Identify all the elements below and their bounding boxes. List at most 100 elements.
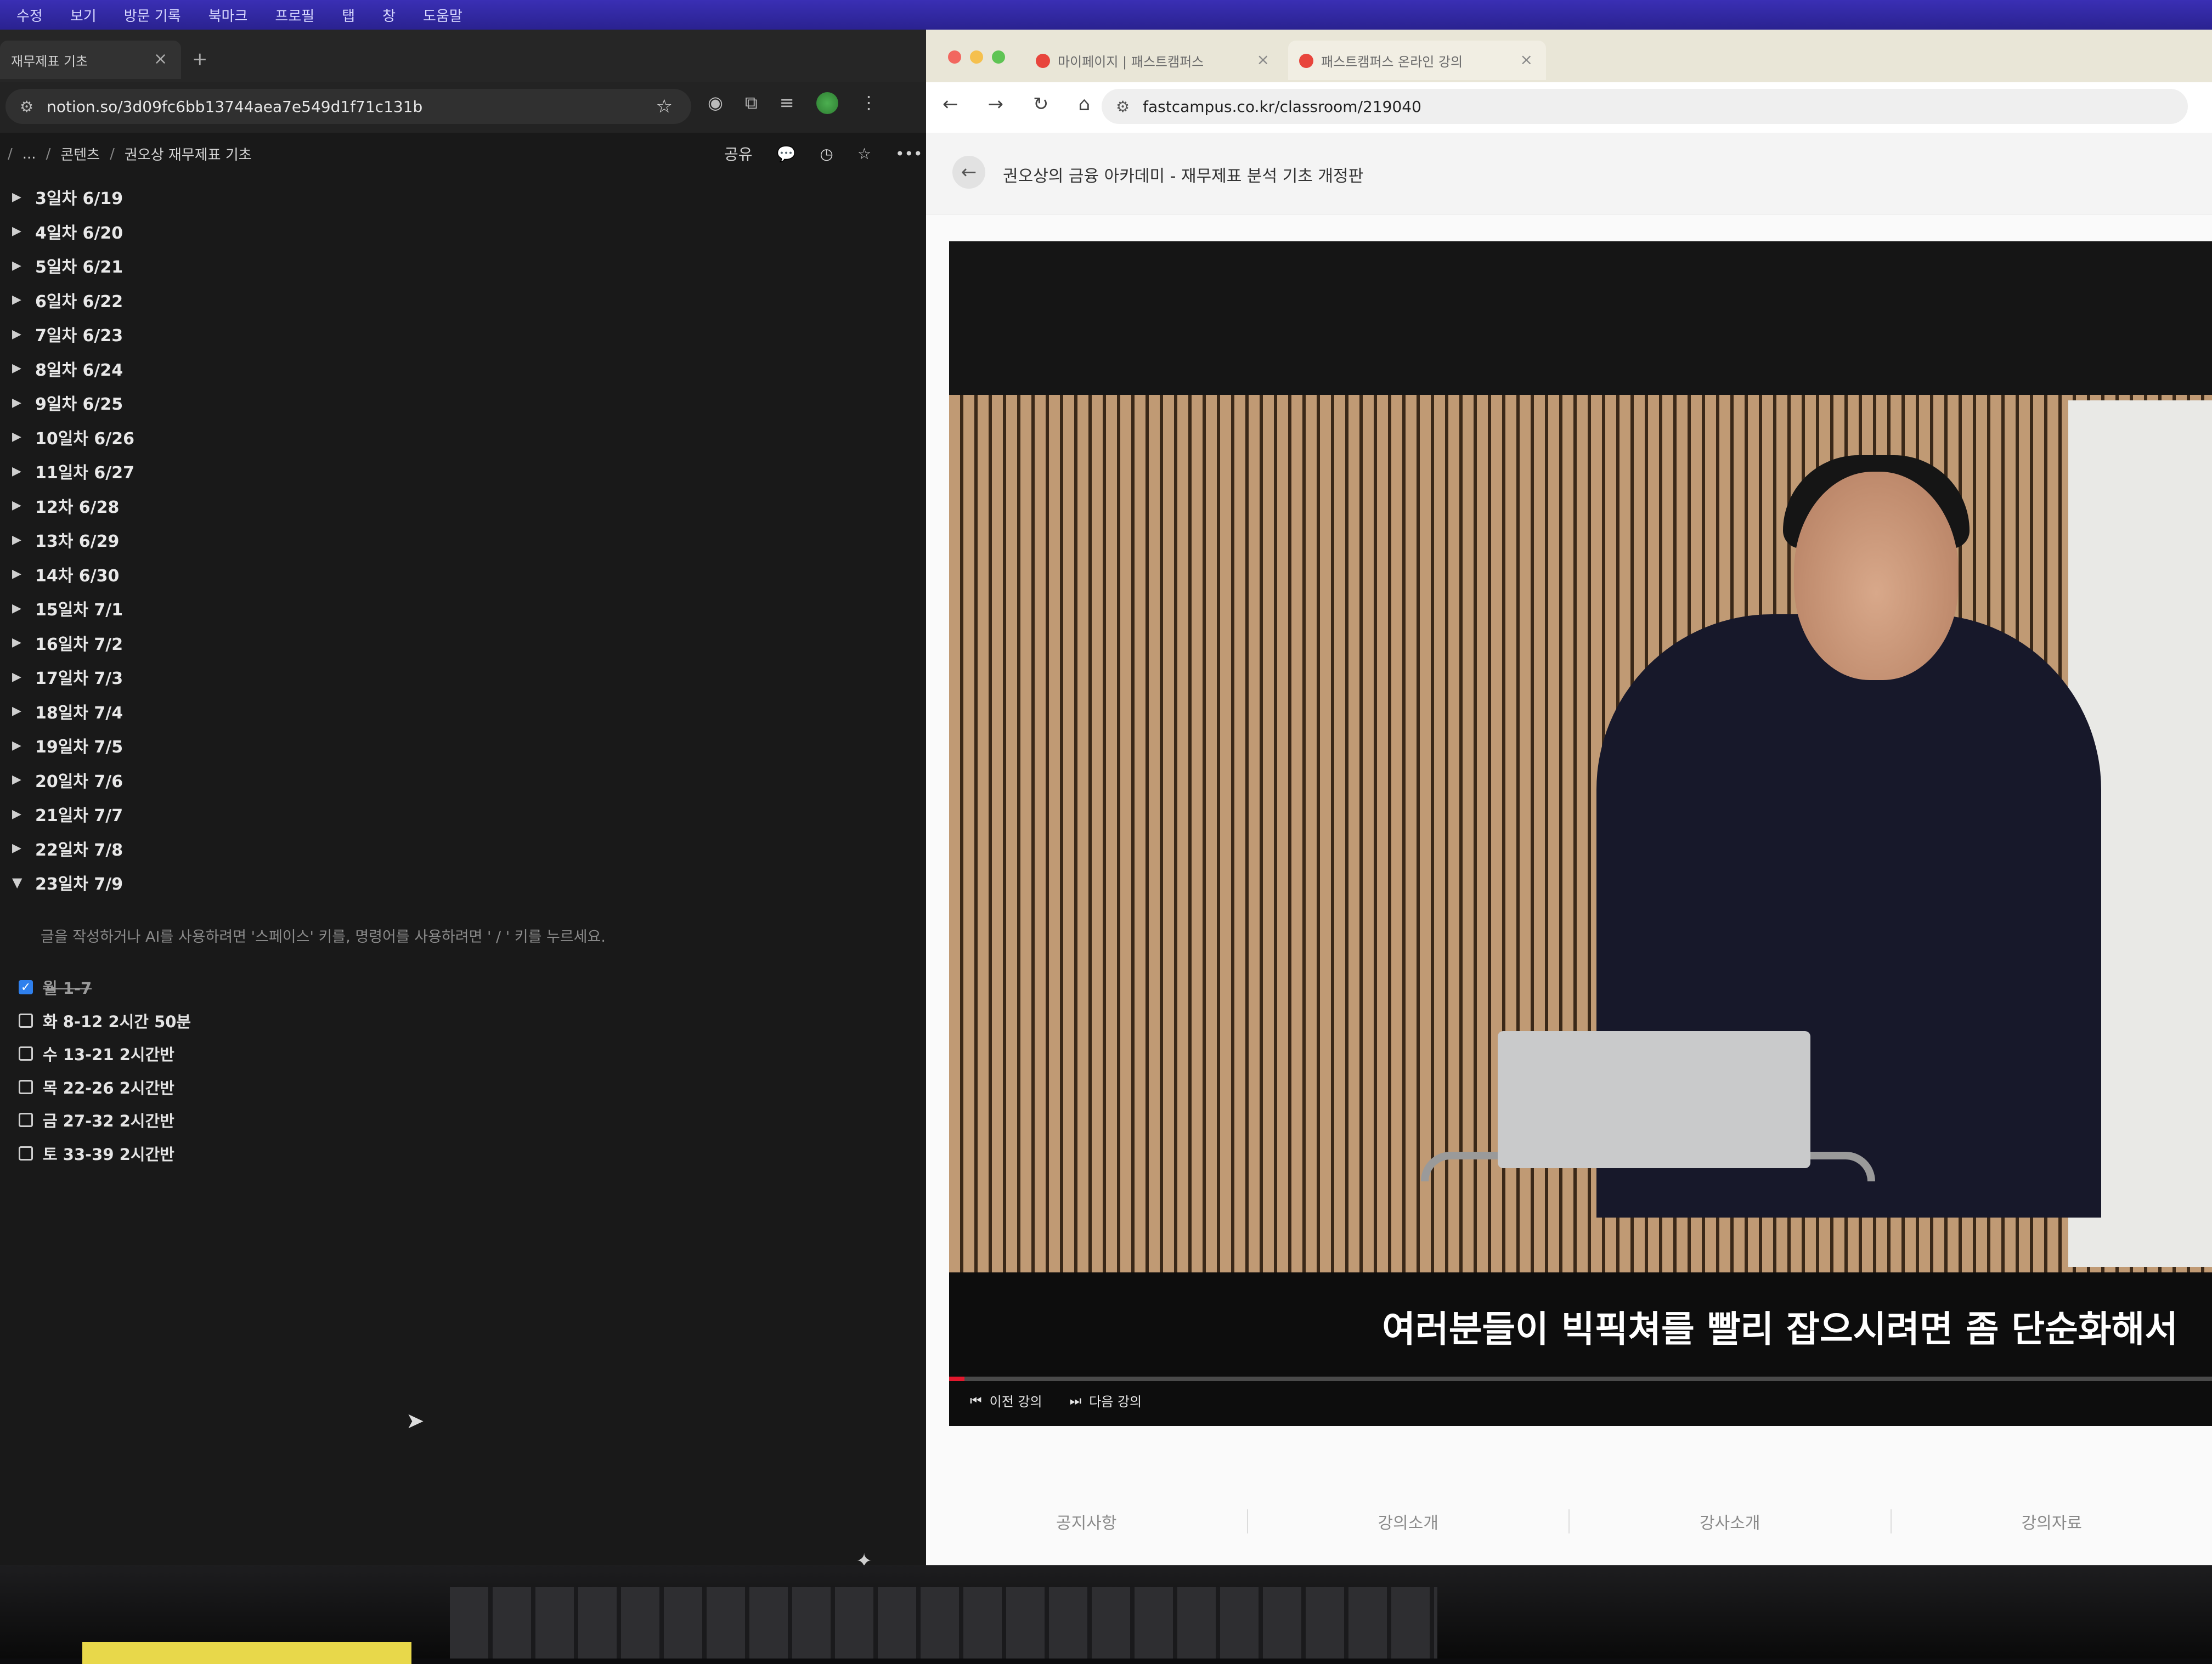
toggle-arrow-icon[interactable]: ▶ <box>12 224 35 238</box>
toggle-arrow-icon[interactable]: ▶ <box>12 361 35 375</box>
toggle-item[interactable]: ▶13차 6/29 <box>12 523 134 557</box>
toggle-arrow-icon[interactable]: ▶ <box>12 293 35 307</box>
toggle-arrow-icon[interactable]: ▶ <box>12 465 35 478</box>
todo-label[interactable]: 수 13-21 2시간반 <box>43 1042 174 1065</box>
comment-icon[interactable]: 💬 <box>777 145 796 163</box>
url-input[interactable]: ⚙ fastcampus.co.kr/classroom/219040 <box>1102 89 2188 124</box>
toggle-item[interactable]: ▶3일차 6/19 <box>12 180 134 214</box>
checkbox[interactable] <box>19 1014 33 1028</box>
toggle-item[interactable]: ▶18일차 7/4 <box>12 694 134 729</box>
toggle-arrow-icon[interactable]: ▶ <box>12 327 35 341</box>
profile-avatar[interactable] <box>816 92 838 114</box>
new-tab-icon[interactable]: + <box>192 48 208 70</box>
menu-profiles[interactable]: 프로필 <box>275 5 314 25</box>
todo-label[interactable]: 금 27-32 2시간반 <box>43 1108 174 1131</box>
tab-instructor-intro[interactable]: 강사소개 <box>1570 1509 1892 1533</box>
more-icon[interactable]: ••• <box>895 145 923 163</box>
toggle-arrow-icon[interactable]: ▶ <box>12 704 35 718</box>
checkbox[interactable] <box>19 1146 33 1161</box>
menu-tab[interactable]: 탭 <box>342 5 355 25</box>
menu-bookmarks[interactable]: 북마크 <box>208 5 248 25</box>
toggle-item[interactable]: ▶22일차 7/8 <box>12 831 134 866</box>
toggle-item[interactable]: ▶6일차 6/22 <box>12 283 134 318</box>
back-button[interactable]: ← <box>952 156 985 189</box>
checkbox[interactable] <box>19 1046 33 1061</box>
url-input[interactable]: ⚙ notion.so/3d09fc6bb13744aea7e549d1f71c… <box>5 89 691 124</box>
share-button[interactable]: 공유 <box>724 143 753 165</box>
toggle-arrow-icon[interactable]: ▶ <box>12 841 35 855</box>
toggle-arrow-icon[interactable]: ▶ <box>12 670 35 684</box>
toggle-item-open[interactable]: ▼23일차 7/9 <box>12 865 134 900</box>
menu-view[interactable]: 보기 <box>70 5 97 25</box>
tab-mypage[interactable]: 마이페이지 | 패스트캠퍼스 × <box>1025 41 1283 80</box>
tab-course-materials[interactable]: 강의자료 <box>1892 1509 2212 1533</box>
checkbox-checked[interactable]: ✓ <box>19 980 33 994</box>
todo-label[interactable]: 토 33-39 2시간반 <box>43 1142 174 1165</box>
toggle-item[interactable]: ▶8일차 6/24 <box>12 352 134 386</box>
toggle-item[interactable]: ▶19일차 7/5 <box>12 728 134 763</box>
toggle-arrow-icon[interactable]: ▶ <box>12 567 35 581</box>
toggle-arrow-icon[interactable]: ▶ <box>12 807 35 821</box>
toggle-arrow-icon[interactable]: ▶ <box>12 499 35 512</box>
breadcrumb-page[interactable]: 권오상 재무제표 기초 <box>125 144 252 164</box>
checkbox[interactable] <box>19 1080 33 1094</box>
toggle-item[interactable]: ▶14차 6/30 <box>12 557 134 592</box>
menu-window[interactable]: 창 <box>382 5 396 25</box>
breadcrumb-contents[interactable]: 콘텐츠 <box>60 144 100 164</box>
menu-help[interactable]: 도움말 <box>423 5 462 25</box>
tab-course-intro[interactable]: 강의소개 <box>1248 1509 1570 1533</box>
home-icon[interactable]: ⌂ <box>1079 93 1091 115</box>
progress-bar[interactable] <box>949 1377 2212 1381</box>
toggle-item[interactable]: ▶16일차 7/2 <box>12 626 134 660</box>
tab-course[interactable]: 패스트캠퍼스 온라인 강의 × <box>1288 41 1546 80</box>
toggle-item[interactable]: ▶9일차 6/25 <box>12 386 134 420</box>
window-close-icon[interactable] <box>948 50 961 64</box>
toggle-arrow-icon[interactable]: ▶ <box>12 533 35 547</box>
toggle-item[interactable]: ▶12차 6/28 <box>12 489 134 523</box>
toggle-item[interactable]: ▶20일차 7/6 <box>12 763 134 797</box>
toggle-arrow-icon[interactable]: ▶ <box>12 190 35 204</box>
toggle-arrow-down-icon[interactable]: ▼ <box>12 875 35 890</box>
next-lecture-button[interactable]: ⏭ 다음 강의 <box>1070 1391 1142 1410</box>
toggle-item[interactable]: ▶21일차 7/7 <box>12 797 134 831</box>
reading-list-icon[interactable]: ≡ <box>780 92 794 114</box>
todo-label[interactable]: 목 22-26 2시간반 <box>43 1076 174 1099</box>
history-icon[interactable]: ◷ <box>820 145 833 163</box>
checkbox[interactable] <box>19 1113 33 1127</box>
lecture-video-frame[interactable] <box>949 395 2212 1272</box>
close-icon[interactable]: × <box>1257 50 1269 69</box>
toggle-item[interactable]: ▶17일차 7/3 <box>12 660 134 694</box>
toggle-arrow-icon[interactable]: ▶ <box>12 602 35 615</box>
toggle-item[interactable]: ▶5일차 6/21 <box>12 248 134 283</box>
favorite-star-icon[interactable]: ☆ <box>857 145 871 163</box>
close-icon[interactable]: × <box>1520 50 1533 69</box>
close-icon[interactable]: × <box>154 49 167 69</box>
window-zoom-icon[interactable] <box>992 50 1005 64</box>
toggle-item[interactable]: ▶11일차 6/27 <box>12 454 134 489</box>
site-settings-icon[interactable]: ⚙ <box>1116 98 1130 116</box>
toggle-arrow-icon[interactable]: ▶ <box>12 259 35 273</box>
toggle-arrow-icon[interactable]: ▶ <box>12 773 35 786</box>
menu-history[interactable]: 방문 기록 <box>124 5 181 25</box>
camera-icon[interactable]: ◉ <box>708 92 723 114</box>
toggle-arrow-icon[interactable]: ▶ <box>12 739 35 752</box>
reload-icon[interactable]: ↻ <box>1033 93 1049 115</box>
forward-arrow-icon[interactable]: → <box>988 93 1004 115</box>
video-player[interactable]: 여러분들이 빅픽쳐를 빨리 잡으시려면 좀 단순화해서 ⏮ 이전 강의 ⏭ 다음… <box>949 241 2212 1426</box>
todo-label[interactable]: 월 1-7 <box>43 976 92 999</box>
todo-label[interactable]: 화 8-12 2시간 50분 <box>43 1009 191 1032</box>
toggle-item[interactable]: ▶4일차 6/20 <box>12 214 134 249</box>
more-menu-icon[interactable]: ⋮ <box>860 92 878 114</box>
extensions-icon[interactable]: ⧉ <box>745 92 758 114</box>
site-settings-icon[interactable]: ⚙ <box>20 98 33 116</box>
back-arrow-icon[interactable]: ← <box>943 93 958 115</box>
window-minimize-icon[interactable] <box>970 50 983 64</box>
toggle-item[interactable]: ▶15일차 7/1 <box>12 591 134 626</box>
toggle-arrow-icon[interactable]: ▶ <box>12 396 35 410</box>
bookmark-star-icon[interactable]: ☆ <box>656 95 673 117</box>
toggle-item[interactable]: ▶7일차 6/23 <box>12 317 134 352</box>
breadcrumb-ellipsis[interactable]: ... <box>22 146 36 162</box>
prev-lecture-button[interactable]: ⏮ 이전 강의 <box>970 1391 1042 1410</box>
tab-notice[interactable]: 공지사항 <box>926 1509 1248 1533</box>
toggle-arrow-icon[interactable]: ▶ <box>12 636 35 649</box>
